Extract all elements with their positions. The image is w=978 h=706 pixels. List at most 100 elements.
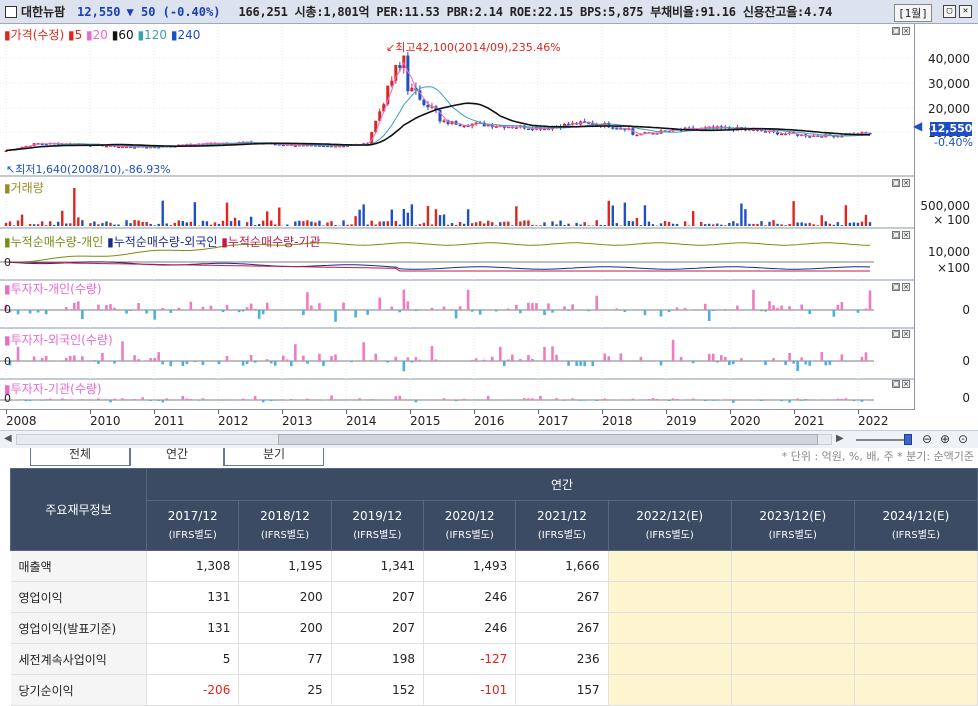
- volume-bar: [411, 204, 413, 226]
- panel-close-icon[interactable]: ×: [902, 27, 910, 35]
- investor-bar-sell: [322, 361, 325, 366]
- investor-bar-buy: [620, 353, 623, 361]
- table-cell: 1,666: [516, 551, 608, 582]
- zoom-in-icon[interactable]: ⊕: [940, 432, 954, 446]
- legend-ma5: 5: [75, 28, 83, 42]
- investor-bar-buy: [186, 399, 189, 400]
- period-select[interactable]: [1월]: [894, 4, 932, 22]
- volume-bar: [158, 224, 160, 226]
- volume-bar: [660, 223, 662, 226]
- investor-bar-buy: [531, 303, 534, 310]
- investor-bar-buy: [407, 301, 410, 310]
- legend-accum-foreign: 누적순매수량-외국인: [114, 235, 218, 249]
- investor-bar-sell: [246, 400, 249, 401]
- table-row: 영업이익(발표기준)131200207246267: [11, 613, 978, 644]
- panel-minimize-icon[interactable]: ▢: [892, 330, 900, 338]
- investor-bar-buy: [89, 399, 92, 400]
- low-price-label: ↖최저1,640(2008/10),-86.93%: [6, 161, 171, 177]
- stock-change: ▼ 50 (-0.40%): [127, 5, 221, 19]
- stock-price: 12,550: [77, 5, 120, 19]
- table-cell: 246: [423, 613, 515, 644]
- investor-bar-buy: [378, 298, 381, 310]
- volume-bar: [760, 221, 762, 226]
- table-cell: [854, 613, 977, 644]
- panel-minimize-icon[interactable]: ▢: [892, 27, 900, 35]
- financial-tabs: 전체 연간 분기 * 단위 : 억원, %, 배, 주 * 분기: 순액기준: [0, 448, 978, 466]
- volume-bar: [45, 225, 47, 226]
- panel-close-icon[interactable]: ×: [902, 179, 910, 187]
- investor-bar-buy: [362, 342, 365, 361]
- volume-bar: [334, 225, 336, 226]
- volume-bar: [788, 224, 790, 226]
- panel-close-icon[interactable]: ×: [902, 283, 910, 291]
- investor-bar-sell: [784, 361, 787, 365]
- zoom-out-icon[interactable]: ⊖: [922, 432, 936, 446]
- table-cell: 131: [147, 582, 239, 613]
- scroll-left-icon[interactable]: ◀: [4, 433, 12, 444]
- investor-bar-buy: [640, 357, 643, 361]
- tab-annual[interactable]: 연간: [130, 448, 224, 466]
- volume-bar: [407, 213, 409, 226]
- investor-bar-buy: [214, 309, 217, 310]
- stock-chart[interactable]: [0, 24, 914, 410]
- volume-bar: [89, 223, 91, 226]
- panel-minimize-icon[interactable]: ▢: [892, 380, 900, 388]
- investor-bar-sell: [712, 310, 715, 311]
- volume-bar: [53, 225, 55, 226]
- volume-bar: [503, 222, 505, 226]
- investor-bar-buy: [841, 354, 844, 361]
- investor-bar-buy: [837, 399, 840, 400]
- volume-bar: [692, 211, 694, 226]
- investor-bar-buy: [632, 399, 635, 400]
- stock-select-checkbox[interactable]: [5, 6, 17, 18]
- volume-bar: [704, 224, 706, 226]
- tab-quarterly[interactable]: 분기: [224, 448, 324, 466]
- investor-bar-sell: [857, 310, 860, 313]
- investor-bar-sell: [411, 361, 414, 363]
- investor-bar-buy: [290, 399, 293, 400]
- volume-bar: [447, 225, 449, 226]
- row-label: 세전계속사업이익: [11, 644, 147, 675]
- volume-bar: [153, 225, 155, 226]
- investor-bar-sell: [266, 400, 269, 401]
- volume-bar: [17, 220, 19, 226]
- volume-bar: [129, 223, 131, 226]
- volume-bar: [61, 211, 63, 226]
- investor-bar-sell: [415, 310, 418, 311]
- panel-close-icon[interactable]: ×: [902, 330, 910, 338]
- restore-icon[interactable]: ▢: [943, 5, 956, 18]
- table-cell: -127: [423, 644, 515, 675]
- panel-minimize-icon[interactable]: ▢: [892, 283, 900, 291]
- financial-summary-table: 주요재무정보 연간 2017/12(IFRS별도)2018/12(IFRS별도)…: [10, 468, 978, 706]
- investor-bar-buy: [65, 358, 68, 361]
- volume-tick: 500,000: [920, 199, 970, 213]
- panel-close-icon[interactable]: ×: [902, 380, 910, 388]
- panel-close-icon[interactable]: ×: [902, 231, 910, 239]
- volume-bar: [230, 221, 232, 226]
- volume-bar: [387, 221, 389, 226]
- investor-bar-buy: [190, 399, 193, 400]
- investor-bar-buy: [539, 396, 542, 400]
- close-icon[interactable]: ✕: [959, 5, 972, 18]
- investor-bar-buy: [250, 355, 253, 361]
- foreign-investor-bars: [0, 340, 874, 372]
- legend-ma60: 60: [118, 28, 133, 42]
- zoom-reset-icon[interactable]: ⊙: [958, 432, 972, 446]
- stock-name[interactable]: 대한뉴팜: [21, 3, 65, 20]
- scroll-thumb[interactable]: [278, 434, 818, 445]
- investor-bar-sell: [157, 400, 160, 401]
- zoom-slider-handle[interactable]: [904, 434, 912, 445]
- investor-bar-buy: [370, 399, 373, 400]
- investor-bar-sell: [668, 310, 671, 312]
- tab-all[interactable]: 전체: [30, 448, 130, 466]
- panel-minimize-icon[interactable]: ▢: [892, 231, 900, 239]
- chart-scrollbar[interactable]: ◀ ▶ ⊖ ⊕ ⊙: [0, 430, 978, 448]
- volume-bar: [370, 221, 372, 226]
- table-cell: 198: [331, 644, 423, 675]
- investor-bar-buy: [419, 360, 422, 361]
- scroll-right-icon[interactable]: ▶: [836, 433, 844, 444]
- investor-bar-sell: [169, 361, 172, 366]
- investor-bar-buy: [487, 396, 490, 400]
- panel-minimize-icon[interactable]: ▢: [892, 179, 900, 187]
- investor-bar-buy: [788, 306, 791, 310]
